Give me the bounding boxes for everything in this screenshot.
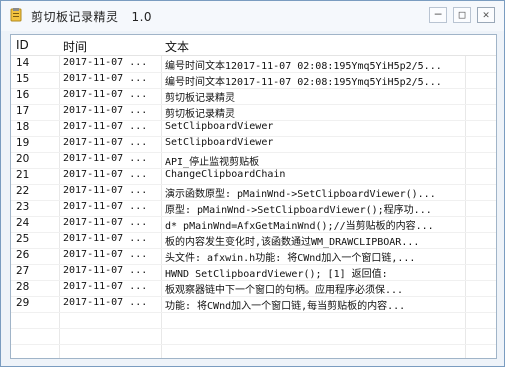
row-time-cell: 2017-11-07 ... (63, 169, 148, 180)
row-time-cell: 2017-11-07 ... (63, 137, 148, 148)
table-row[interactable]: 26 2017-11-07 ... 头文件: afxwin.h功能: 将CWnd加入… (11, 248, 496, 265)
clipboard-app-icon (10, 8, 22, 22)
list-header: ID 时间 文本 (11, 35, 496, 56)
row-id-cell: 26 (16, 249, 30, 261)
minimize-button[interactable]: ─ (429, 7, 447, 23)
row-time-cell: 2017-11-07 ... (63, 57, 148, 68)
row-text-cell: 头文件: afxwin.h功能: 将CWnd加入一个窗口链,... (165, 253, 416, 264)
row-time-cell: 2017-11-07 ... (63, 201, 148, 212)
table-row[interactable]: 15 2017-11-07 ... 编号时间文本12017-11-07 02:08:… (11, 72, 496, 89)
row-time-cell: 2017-11-07 ... (63, 121, 148, 132)
row-time-cell: 2017-11-07 ... (63, 265, 148, 276)
row-text-cell: SetClipboardViewer (165, 137, 274, 148)
main-window: 剪切板记录精灵 1.0 ─ □ ✕ ID 时间 文本 14 2017-11-07 … (0, 0, 505, 367)
column-header-id[interactable]: ID (16, 38, 29, 52)
list-grid: ID 时间 文本 14 2017-11-07 ... 编号时间文本12017-11-… (11, 35, 496, 358)
row-text-cell: 编号时间文本12017-11-07 02:08:195Ymq5YiH5p2/5.… (165, 61, 442, 72)
title-bar[interactable]: 剪切板记录精灵 1.0 ─ □ ✕ (1, 1, 504, 31)
row-text-cell: 编号时间文本12017-11-07 02:08:195Ymq5YiH5p2/5.… (165, 77, 442, 88)
row-id-cell: 29 (16, 297, 30, 309)
table-row[interactable]: 18 2017-11-07 ... SetClipboardViewer (11, 120, 496, 137)
row-text-cell: API_停止监视剪贴板 (165, 157, 260, 168)
clipboard-list-view[interactable]: ID 时间 文本 14 2017-11-07 ... 编号时间文本12017-11-… (10, 34, 497, 359)
row-time-cell: 2017-11-07 ... (63, 249, 148, 260)
table-row[interactable]: 21 2017-11-07 ... ChangeClipboardChain (11, 168, 496, 185)
row-time-cell: 2017-11-07 ... (63, 105, 148, 116)
row-text-cell: SetClipboardViewer (165, 121, 274, 132)
table-row[interactable]: 28 2017-11-07 ... 板观察器链中下一个窗口的句柄。应用程序必须保..… (11, 280, 496, 297)
row-text-cell: HWND SetClipboardViewer(); [1] 返回值: (165, 269, 388, 280)
empty-row (11, 328, 496, 345)
table-row[interactable]: 25 2017-11-07 ... 板的内容发生变化时,该函数通过WM_DRAWCL… (11, 232, 496, 249)
window-title: 剪切板记录精灵 1.0 (31, 10, 153, 24)
row-text-cell: ChangeClipboardChain (165, 169, 286, 180)
row-text-cell: 板观察器链中下一个窗口的句柄。应用程序必须保... (165, 285, 404, 296)
row-time-cell: 2017-11-07 ... (63, 217, 148, 228)
table-row[interactable]: 19 2017-11-07 ... SetClipboardViewer (11, 136, 496, 153)
row-time-cell: 2017-11-07 ... (63, 73, 148, 84)
column-header-text[interactable]: 文本 (165, 38, 189, 55)
row-text-cell: 原型: pMainWnd->SetClipboardViewer();程序功..… (165, 205, 432, 216)
column-header-time[interactable]: 时间 (63, 38, 87, 55)
row-id-cell: 25 (16, 233, 30, 245)
row-text-cell: 板的内容发生变化时,该函数通过WM_DRAWCLIPBOAR... (165, 237, 420, 248)
row-id-cell: 15 (16, 73, 30, 85)
table-row[interactable]: 27 2017-11-07 ... HWND SetClipboardViewer(… (11, 264, 496, 281)
row-id-cell: 14 (16, 57, 30, 69)
row-id-cell: 20 (16, 153, 30, 165)
row-text-cell: 演示函数原型: pMainWnd->SetClipboardViewer()..… (165, 189, 436, 200)
row-id-cell: 16 (16, 89, 30, 101)
row-time-cell: 2017-11-07 ... (63, 233, 148, 244)
row-id-cell: 17 (16, 105, 30, 117)
table-row[interactable]: 17 2017-11-07 ... 剪切板记录精灵 (11, 104, 496, 121)
table-row[interactable]: 29 2017-11-07 ... 功能: 将CWnd加入一个窗口链,每当剪贴板的内… (11, 296, 496, 313)
row-time-cell: 2017-11-07 ... (63, 89, 148, 100)
row-id-cell: 22 (16, 185, 30, 197)
watermark (487, 339, 492, 358)
table-row[interactable]: 16 2017-11-07 ... 剪切板记录精灵 (11, 88, 496, 105)
row-time-cell: 2017-11-07 ... (63, 185, 148, 196)
row-text-cell: 功能: 将CWnd加入一个窗口链,每当剪贴板的内容... (165, 301, 406, 312)
row-time-cell: 2017-11-07 ... (63, 153, 148, 164)
empty-row (11, 312, 496, 329)
row-text-cell: 剪切板记录精灵 (165, 93, 235, 104)
table-row[interactable]: 20 2017-11-07 ... API_停止监视剪贴板 (11, 152, 496, 169)
row-id-cell: 19 (16, 137, 30, 149)
close-button[interactable]: ✕ (477, 7, 495, 23)
row-time-cell: 2017-11-07 ... (63, 297, 148, 308)
table-row[interactable]: 14 2017-11-07 ... 编号时间文本12017-11-07 02:08:… (11, 56, 496, 73)
row-id-cell: 24 (16, 217, 30, 229)
row-id-cell: 21 (16, 169, 30, 181)
row-time-cell: 2017-11-07 ... (63, 281, 148, 292)
empty-row (11, 344, 496, 358)
row-id-cell: 23 (16, 201, 30, 213)
row-id-cell: 27 (16, 265, 30, 277)
table-row[interactable]: 22 2017-11-07 ... 演示函数原型: pMainWnd->SetCli… (11, 184, 496, 201)
table-row[interactable]: 23 2017-11-07 ... 原型: pMainWnd->SetClipboa… (11, 200, 496, 217)
row-id-cell: 28 (16, 281, 30, 293)
maximize-button[interactable]: □ (453, 7, 471, 23)
row-id-cell: 18 (16, 121, 30, 133)
row-text-cell: d* pMainWnd=AfxGetMainWnd();//当剪贴板的内容... (165, 221, 434, 232)
row-text-cell: 剪切板记录精灵 (165, 109, 235, 120)
table-row[interactable]: 24 2017-11-07 ... d* pMainWnd=AfxGetMainWn… (11, 216, 496, 233)
